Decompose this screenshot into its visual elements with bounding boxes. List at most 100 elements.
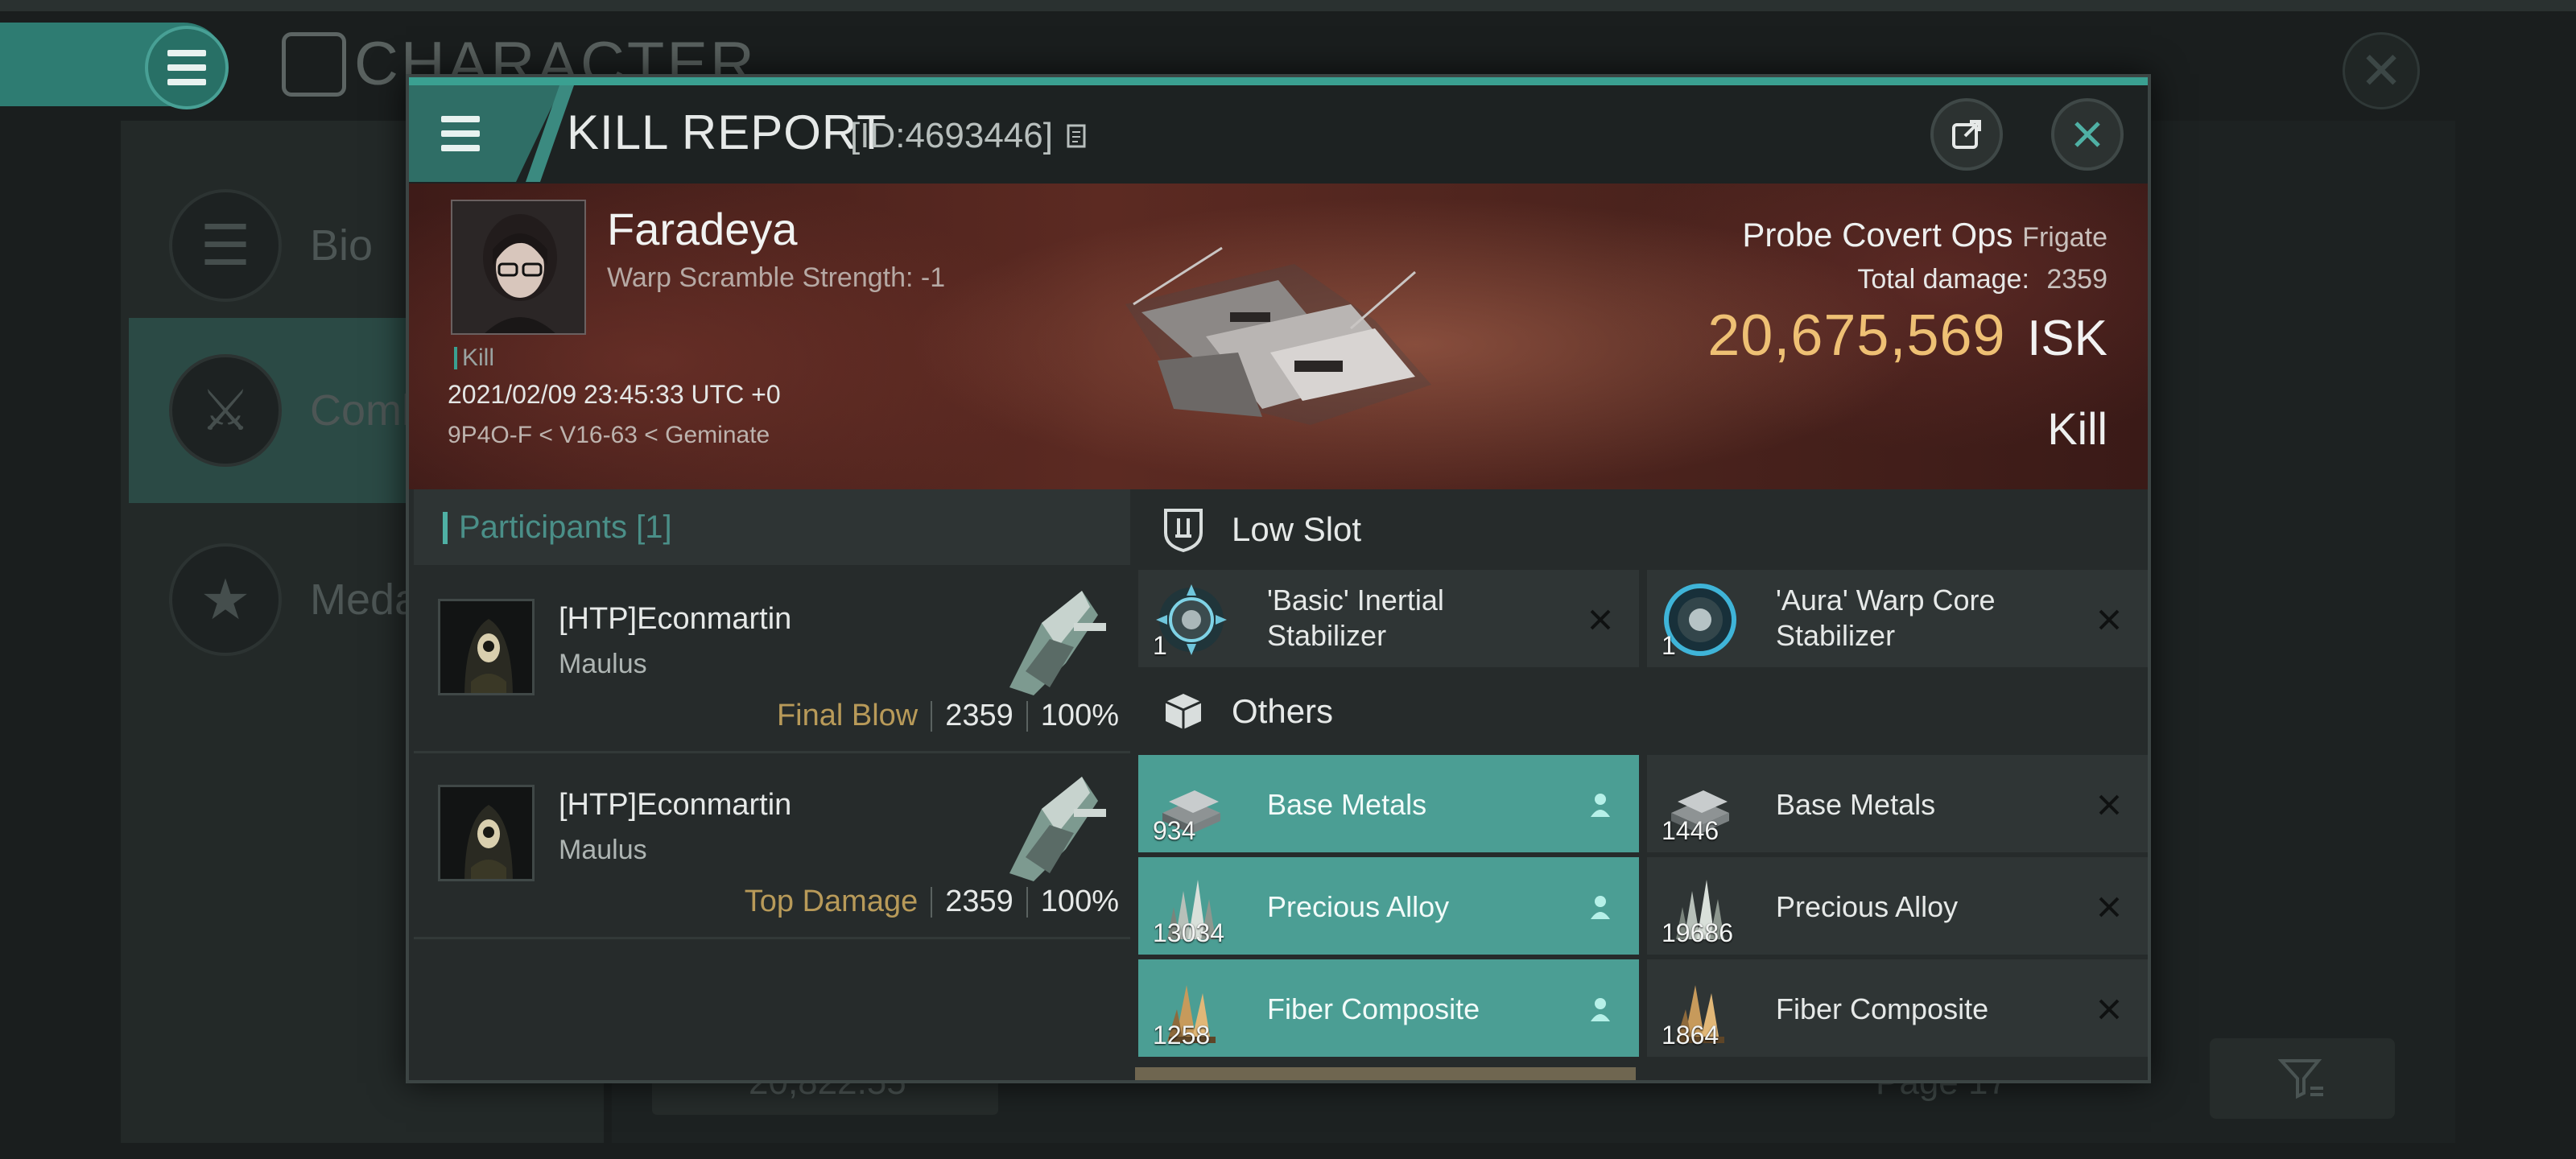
partial-list-item bbox=[1135, 1067, 1636, 1080]
cargo-item-dropped[interactable]: 1258 Fiber Composite bbox=[1138, 959, 1639, 1059]
cargo-item-destroyed[interactable]: 19686 Precious Alloy bbox=[1647, 857, 2148, 957]
participant-ship-image bbox=[1009, 777, 1106, 881]
kill-id-label: [ID:4693446] bbox=[850, 116, 1053, 155]
modal-title: KILL REPORT bbox=[567, 105, 887, 159]
kill-location[interactable]: 9P4O-F < V16-63 < Geminate bbox=[448, 422, 770, 449]
item-quantity: 1 bbox=[1662, 631, 1676, 660]
main-menu-button[interactable] bbox=[145, 26, 229, 109]
participant-damage: 2359 bbox=[945, 699, 1013, 732]
item-name-line1: 'Aura' Warp Core bbox=[1776, 584, 1996, 617]
ship-class: Frigate bbox=[2022, 222, 2107, 253]
others-label: Others bbox=[1232, 692, 1334, 730]
star-badge-icon: ★ bbox=[169, 543, 282, 656]
kill-datetime: 2021/02/09 23:45:33 UTC +0 bbox=[448, 380, 781, 409]
low-slot-item[interactable]: 1 'Aura' Warp Core Stabilizer bbox=[1647, 570, 2148, 670]
total-damage-label: Total damage: bbox=[1857, 264, 2029, 295]
kill-tag: Kill bbox=[454, 344, 494, 372]
participant-row[interactable]: [HTP]Econmartin Maulus Final Blow 2359 1… bbox=[414, 570, 1130, 753]
ship-name[interactable]: Probe Covert Ops Frigate bbox=[1742, 216, 2107, 254]
close-icon bbox=[2074, 122, 2100, 147]
item-name: Precious Alloy bbox=[1267, 890, 1450, 923]
isk-amount: 20,675,569 bbox=[1707, 303, 2006, 368]
fitting-panel: Low Slot 1 'Basic' Inertial Stabilizer 1… bbox=[1135, 489, 2148, 1080]
victim-banner: Faradeya Warp Scramble Strength: -1 Kill… bbox=[409, 184, 2148, 489]
item-name: 'Basic' Inertial Stabilizer bbox=[1267, 583, 1444, 654]
item-quantity: 1258 bbox=[1153, 1021, 1211, 1050]
item-name-line2: Stabilizer bbox=[1267, 619, 1387, 652]
destroyed-x-icon bbox=[2090, 888, 2128, 926]
item-name: 'Aura' Warp Core Stabilizer bbox=[1776, 583, 1996, 654]
background-close-button[interactable]: ✕ bbox=[2343, 32, 2420, 109]
ship-image bbox=[1125, 246, 1431, 425]
participant-ship: Maulus bbox=[559, 835, 647, 865]
participant-percent: 100% bbox=[1040, 699, 1119, 732]
sidebar-item-label: Meda bbox=[310, 575, 419, 624]
filter-icon bbox=[2278, 1059, 2323, 1099]
item-quantity: 1446 bbox=[1662, 816, 1719, 845]
crossed-swords-icon: ⚔ bbox=[169, 354, 282, 467]
participant-ship: Maulus bbox=[559, 649, 647, 679]
item-name: Precious Alloy bbox=[1776, 890, 1959, 923]
sidebar-item-label: Bio bbox=[310, 221, 374, 270]
modal-accent-line bbox=[409, 77, 2148, 85]
copy-icon[interactable] bbox=[1066, 123, 1090, 151]
character-icon bbox=[282, 32, 346, 97]
participant-percent: 100% bbox=[1040, 885, 1119, 918]
destroyed-x-icon bbox=[2090, 600, 2128, 639]
cargo-item-destroyed[interactable]: 1446 Base Metals bbox=[1647, 755, 2148, 855]
destroyed-x-icon bbox=[2090, 990, 2128, 1029]
participants-header-label: Participants [1] bbox=[459, 509, 672, 545]
participant-stats: Final Blow 2359 100% bbox=[777, 699, 1119, 733]
item-quantity: 1864 bbox=[1662, 1021, 1719, 1050]
avatar bbox=[438, 785, 535, 881]
item-name: Fiber Composite bbox=[1267, 992, 1480, 1025]
isk-value: 20,675,569 ISK bbox=[1707, 303, 2107, 369]
list-icon: ☰ bbox=[169, 189, 282, 302]
item-name: Base Metals bbox=[1776, 788, 1936, 821]
isk-currency: ISK bbox=[2027, 311, 2107, 366]
avatar bbox=[452, 201, 584, 333]
participant-name: [HTP]Econmartin bbox=[559, 602, 792, 636]
participant-stats: Top Damage 2359 100% bbox=[745, 885, 1119, 919]
top-status-bar bbox=[0, 0, 2576, 11]
share-button[interactable] bbox=[1930, 98, 2003, 171]
share-icon bbox=[1952, 120, 1981, 149]
item-name-line1: 'Basic' Inertial bbox=[1267, 584, 1444, 617]
item-quantity: 1 bbox=[1153, 631, 1167, 660]
item-name: Base Metals bbox=[1267, 788, 1427, 821]
cargo-box-icon bbox=[1159, 687, 1208, 736]
item-quantity: 19686 bbox=[1662, 918, 1733, 947]
kill-id[interactable]: [ID:4693446] bbox=[850, 116, 1090, 156]
total-damage: Total damage: 2359 bbox=[1857, 264, 2107, 295]
low-slot-header: Low Slot bbox=[1135, 489, 2148, 570]
kill-type: Kill bbox=[2047, 403, 2107, 454]
person-icon bbox=[1581, 990, 1620, 1029]
person-icon bbox=[1581, 888, 1620, 926]
victim-subtitle: Warp Scramble Strength: -1 bbox=[607, 262, 946, 293]
low-slot-label: Low Slot bbox=[1232, 510, 1362, 548]
ship-name-label: Probe Covert Ops bbox=[1742, 216, 2013, 254]
hamburger-icon bbox=[441, 116, 480, 151]
low-slot-item[interactable]: 1 'Basic' Inertial Stabilizer bbox=[1138, 570, 1639, 670]
item-quantity: 934 bbox=[1153, 816, 1196, 845]
destroyed-x-icon bbox=[2090, 786, 2128, 824]
close-button[interactable] bbox=[2051, 98, 2124, 171]
person-icon bbox=[1581, 786, 1620, 824]
participant-row[interactable]: [HTP]Econmartin Maulus Top Damage 2359 1… bbox=[414, 756, 1130, 939]
victim-portrait[interactable] bbox=[451, 200, 586, 335]
low-slot-icon bbox=[1159, 505, 1208, 554]
item-name-line2: Stabilizer bbox=[1776, 619, 1896, 652]
participant-damage: 2359 bbox=[945, 885, 1013, 918]
avatar bbox=[438, 599, 535, 695]
others-header: Others bbox=[1135, 671, 2148, 752]
filter-button[interactable] bbox=[2210, 1038, 2395, 1119]
participants-panel: Participants [1] [HTP]Econmartin Maulus bbox=[409, 489, 1135, 1080]
cargo-item-dropped[interactable]: 13034 Precious Alloy bbox=[1138, 857, 1639, 957]
kill-report-modal: KILL REPORT [ID:4693446] Faradeya Warp S… bbox=[406, 74, 2151, 1083]
cargo-item-dropped[interactable]: 934 Base Metals bbox=[1138, 755, 1639, 855]
victim-name[interactable]: Faradeya bbox=[607, 203, 798, 255]
participant-role: Top Damage bbox=[744, 885, 919, 918]
item-name: Fiber Composite bbox=[1776, 992, 1989, 1025]
cargo-item-destroyed[interactable]: 1864 Fiber Composite bbox=[1647, 959, 2148, 1059]
destroyed-x-icon bbox=[1581, 600, 1620, 639]
